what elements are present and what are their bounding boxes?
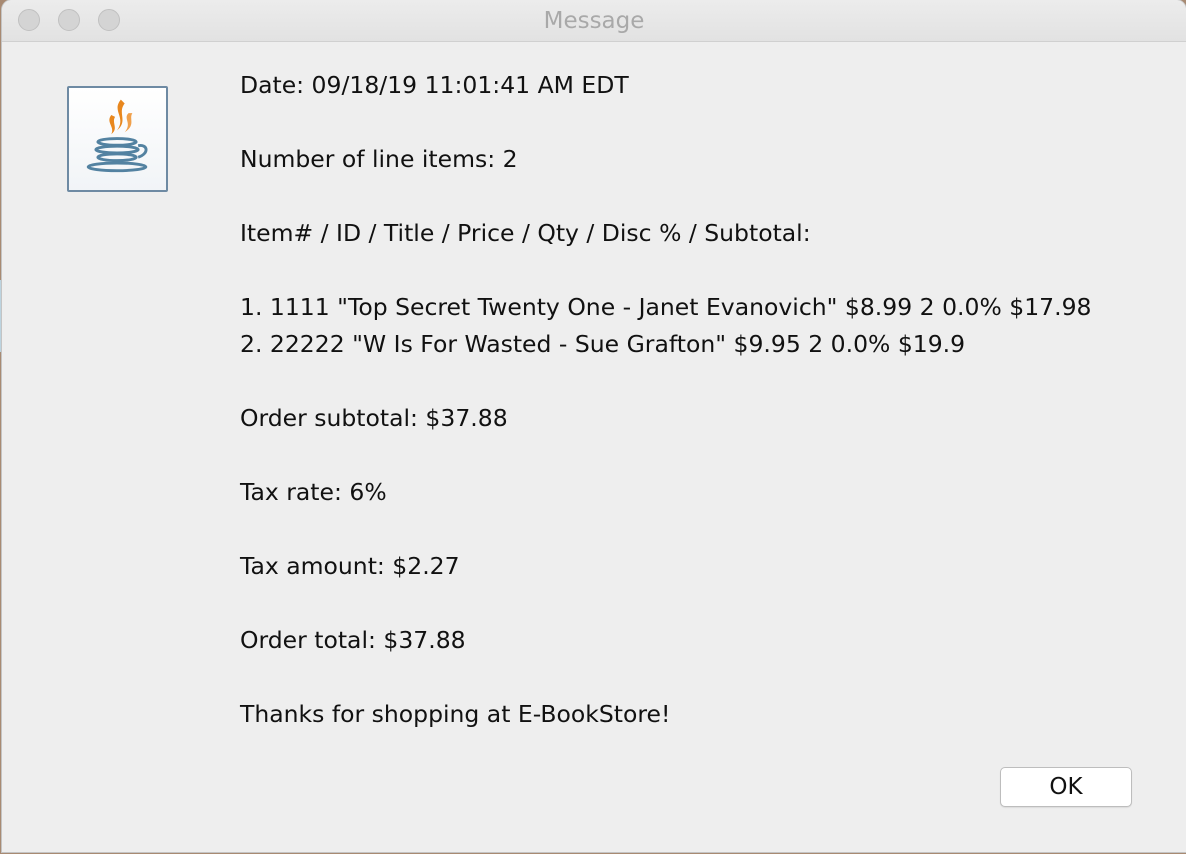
title-bar[interactable]: Message [2,0,1186,42]
line-item-row: 1. 1111 "Top Secret Twenty One - Janet E… [240,293,1092,321]
ok-button[interactable]: OK [1000,767,1132,807]
tax-amount-line: Tax amount: $2.27 [240,552,460,580]
message-text: Date: 09/18/19 11:01:41 AM EDT Number of… [240,67,1160,733]
window-title: Message [543,8,645,34]
columns-header-line: Item# / ID / Title / Price / Qty / Disc … [240,219,811,247]
order-total-line: Order total: $37.88 [240,626,466,654]
java-coffee-cup-icon [67,86,168,192]
line-item-row: 2. 22222 "W Is For Wasted - Sue Grafton"… [240,330,966,358]
line-items-count-line: Number of line items: 2 [240,145,518,173]
order-subtotal-line: Order subtotal: $37.88 [240,404,508,432]
date-line: Date: 09/18/19 11:01:41 AM EDT [240,71,629,99]
tax-rate-line: Tax rate: 6% [240,478,387,506]
thanks-line: Thanks for shopping at E-BookStore! [240,700,671,728]
message-dialog: Message Date: 09/18/19 11:01:41 AM EDT N… [2,0,1186,852]
